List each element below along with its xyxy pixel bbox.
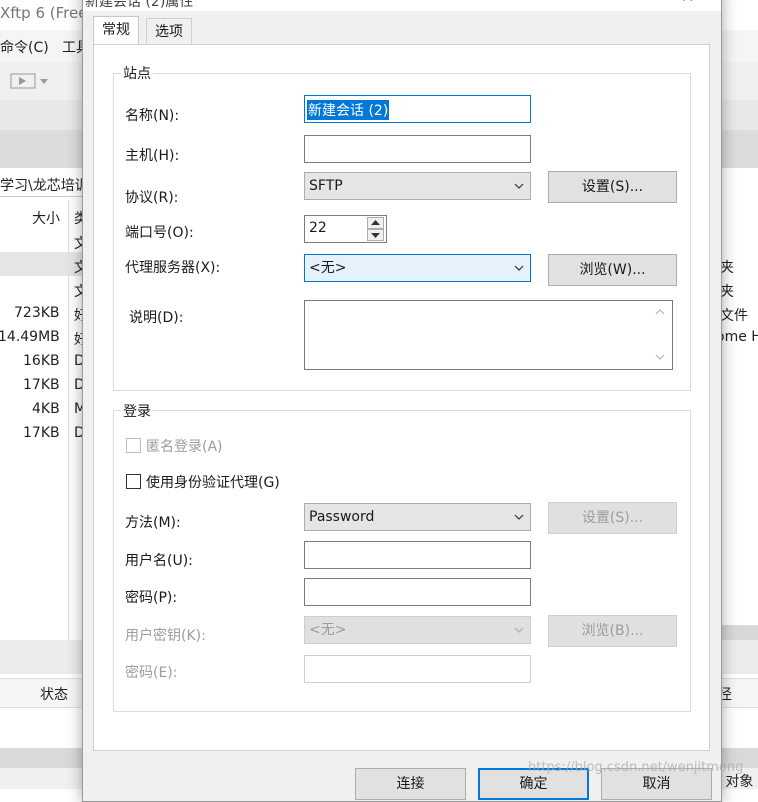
bg-header-row: 大小 类 — [0, 200, 90, 230]
user-key-browse-button[interactable]: 浏览(B)... — [548, 615, 677, 647]
user-key-label: 用户密钥(K): — [125, 628, 206, 644]
bg-toolbar-play-icon[interactable] — [10, 72, 50, 90]
chevron-down-icon — [514, 514, 524, 520]
method-select-value: Password — [309, 509, 375, 525]
bg-right-item: ome H — [716, 329, 758, 345]
host-label: 主机(H): — [125, 148, 180, 164]
passphrase-label: 密码(E): — [125, 665, 178, 681]
port-increment-button[interactable] — [367, 217, 384, 229]
bg-app-title: Xftp 6 (Free — [0, 4, 88, 22]
port-field-value: 22 — [309, 220, 327, 236]
arrow-up-icon — [371, 220, 380, 225]
bg-path-text: 学习\龙芯培训 — [0, 178, 89, 194]
bg-row-size: 4KB — [32, 401, 60, 417]
tab-options[interactable]: 选项 — [146, 18, 192, 45]
passphrase-field[interactable] — [304, 655, 531, 683]
name-field-value: 新建会话 (2) — [307, 100, 390, 120]
arrow-down-icon — [371, 233, 380, 238]
password-field[interactable] — [304, 578, 531, 606]
chevron-down-icon — [514, 183, 524, 189]
bg-right-item: 夹 — [720, 260, 734, 276]
auth-agent-checkbox[interactable] — [126, 474, 141, 489]
proxy-browse-button[interactable]: 浏览(W)... — [548, 254, 677, 286]
username-field[interactable] — [304, 541, 531, 569]
bg-menu-command[interactable]: 命令(C) — [0, 37, 49, 57]
description-field[interactable] — [304, 300, 673, 370]
username-label: 用户名(U): — [125, 553, 193, 569]
site-group-legend: 站点 — [121, 63, 153, 83]
method-label: 方法(M): — [125, 515, 181, 531]
tab-general[interactable]: 常规 — [93, 16, 139, 45]
proxy-label: 代理服务器(X): — [125, 260, 221, 276]
method-select[interactable]: Password — [304, 503, 531, 531]
anonymous-login-label: 匿名登录(A) — [146, 439, 223, 455]
method-settings-button[interactable]: 设置(S)... — [548, 502, 677, 534]
bg-right-list: 夹 夹 文件 ome H — [716, 200, 758, 640]
user-key-select-value: <无> — [309, 622, 347, 638]
tab-panel-general: 站点 名称(N): 新建会话 (2) 主机(H): 协议(R): SFTP 设置… — [93, 44, 710, 751]
protocol-settings-button[interactable]: 设置(S)... — [548, 171, 677, 203]
dialog-title: 新建会话 (2)属性 — [85, 0, 194, 10]
name-label: 名称(N): — [125, 108, 180, 124]
description-scrollbar[interactable] — [651, 302, 669, 368]
bg-row-size: 17KB — [23, 425, 60, 441]
bg-right-item: 夹 — [720, 284, 734, 300]
anonymous-login-checkbox[interactable] — [126, 438, 141, 453]
name-field[interactable]: 新建会话 (2) — [304, 95, 531, 123]
protocol-select-value: SFTP — [309, 178, 343, 194]
description-label: 说明(D): — [129, 310, 184, 326]
bg-status-column[interactable]: 状态 — [40, 684, 68, 704]
bg-path-bar[interactable]: 学习\龙芯培训 — [0, 172, 90, 197]
bg-row-size: 14.49MB — [0, 329, 60, 345]
connect-button[interactable]: 连接 — [355, 768, 466, 800]
session-properties-dialog: 新建会话 (2)属性 ? ✕ 常规 选项 站点 名称(N): 新建会话 (2) … — [82, 0, 722, 802]
password-label: 密码(P): — [125, 590, 178, 606]
chevron-down-icon — [514, 627, 524, 633]
user-key-select[interactable]: <无> — [304, 616, 531, 644]
bg-row-size: 723KB — [14, 305, 60, 321]
port-field[interactable]: 22 — [304, 215, 387, 243]
host-field[interactable] — [304, 135, 531, 163]
bg-row-size: 17KB — [23, 377, 60, 393]
bg-col-size[interactable]: 大小 — [32, 208, 60, 228]
scroll-up-icon[interactable] — [655, 308, 665, 315]
protocol-select[interactable]: SFTP — [304, 172, 531, 200]
chevron-down-icon — [514, 265, 524, 271]
scroll-down-icon[interactable] — [655, 354, 665, 361]
bg-right-item: 文件 — [720, 308, 748, 324]
watermark-text: https://blog.csdn.net/wenjitmong — [528, 760, 744, 775]
bg-row-size: 16KB — [23, 353, 60, 369]
auth-agent-label: 使用身份验证代理(G) — [146, 475, 280, 491]
proxy-select[interactable]: <无> — [304, 254, 531, 282]
port-label: 端口号(O): — [125, 225, 194, 241]
proxy-select-value: <无> — [309, 260, 347, 276]
help-icon[interactable]: ? — [629, 0, 636, 3]
port-decrement-button[interactable] — [367, 229, 384, 241]
login-group-legend: 登录 — [121, 401, 153, 421]
dialog-titlebar: 新建会话 (2)属性 ? ✕ — [83, 0, 721, 11]
protocol-label: 协议(R): — [125, 190, 179, 206]
close-icon[interactable]: ✕ — [681, 0, 694, 6]
